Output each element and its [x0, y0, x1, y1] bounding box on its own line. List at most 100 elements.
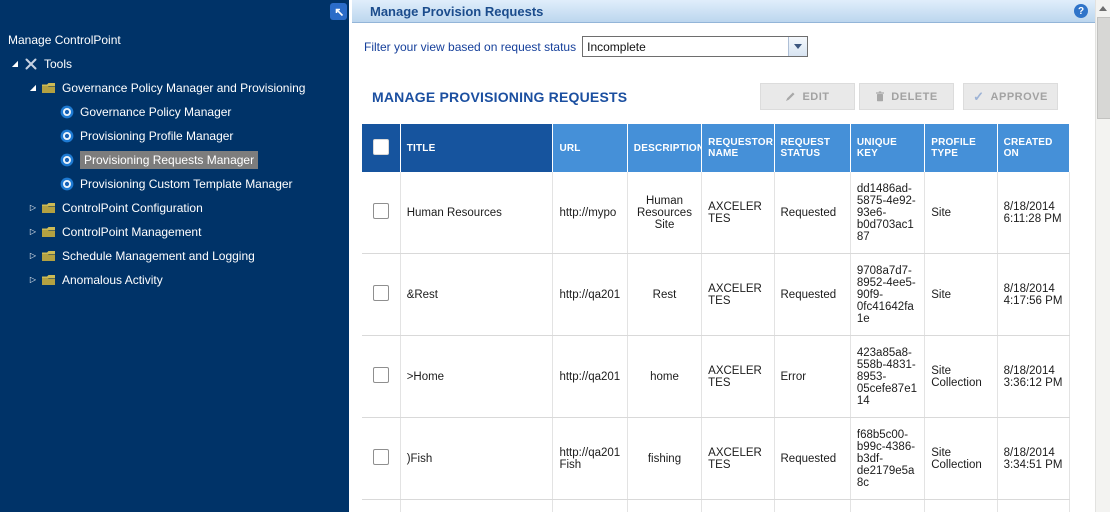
- row-checkbox-cell: [362, 336, 400, 418]
- cell-profile-type: Site Collection: [925, 418, 997, 500]
- row-checkbox-cell: [362, 254, 400, 336]
- sidebar: Manage ControlPoint ◢ Tools ◢ Governance…: [0, 0, 349, 512]
- sidebar-root[interactable]: Manage ControlPoint: [0, 28, 349, 52]
- cell-created-on: 8/18/2014 6:11:28 PM: [997, 172, 1069, 254]
- cell-created-on: 8/18/2014 4:17:56 PM: [997, 254, 1069, 336]
- cell-description: Human Resources Site: [627, 172, 701, 254]
- expand-arrow-icon[interactable]: ◢: [8, 52, 22, 76]
- tree-item-anomalous-activity[interactable]: ▷ Anomalous Activity: [0, 268, 349, 292]
- tree-item-label: Governance Policy Manager: [80, 105, 231, 119]
- tree-item-label: Provisioning Custom Template Manager: [80, 177, 293, 191]
- panel-title: Manage Provision Requests: [370, 4, 543, 19]
- tree-item-label: Tools: [44, 57, 72, 71]
- cell-title: &Rest: [400, 254, 553, 336]
- cell-requestor: AXCELERTES: [702, 500, 774, 512]
- row-checkbox[interactable]: [373, 367, 389, 383]
- tree-item-label: Governance Policy Manager and Provisioni…: [62, 81, 305, 95]
- cell-unique-key: 423a85a8-558b-4831-8953-05cefe87e114: [850, 336, 924, 418]
- checkmark-icon: ✓: [973, 89, 984, 105]
- tree-item-provisioning-custom-template-manager[interactable]: Provisioning Custom Template Manager: [0, 172, 349, 196]
- popout-icon[interactable]: [330, 3, 347, 20]
- collapse-arrow-icon[interactable]: ▷: [26, 220, 40, 244]
- column-header-created-on: CREATED ON: [997, 124, 1069, 172]
- filter-row: Filter your view based on request status…: [364, 36, 1095, 57]
- select-all-header: [362, 124, 400, 172]
- cell-title: Human Resources: [400, 172, 553, 254]
- cell-status: Requested: [774, 418, 850, 500]
- table-row: &Rest http://qa201 Rest AXCELERTES Reque…: [362, 254, 1070, 336]
- column-header-requestor-name: REQUESTOR NAME: [702, 124, 774, 172]
- expand-arrow-icon[interactable]: ◢: [26, 76, 40, 100]
- collapse-arrow-icon[interactable]: ▷: [26, 268, 40, 292]
- tree-item-controlpoint-configuration[interactable]: ▷ ControlPoint Configuration: [0, 196, 349, 220]
- filter-label: Filter your view based on request status: [364, 40, 576, 54]
- cell-status: Error: [774, 336, 850, 418]
- cell-created-on: 8/18/2014 3:36:12 PM: [997, 336, 1069, 418]
- row-checkbox-cell: [362, 172, 400, 254]
- cell-profile-type: Site: [925, 172, 997, 254]
- vertical-scrollbar[interactable]: [1095, 0, 1110, 512]
- cell-profile-type: Site: [925, 254, 997, 336]
- column-header-profile-type: PROFILE TYPE: [925, 124, 997, 172]
- cell-description: Rest: [627, 254, 701, 336]
- tree-item-schedule-management-and-logging[interactable]: ▷ Schedule Management and Logging: [0, 244, 349, 268]
- cell-url: http://qa201 Fish: [553, 418, 627, 500]
- manager-icon: [58, 153, 75, 168]
- status-filter-dropdown[interactable]: Incomplete: [582, 36, 808, 57]
- tree-item-governance-policy-manager-and-provisioning[interactable]: ◢ Governance Policy Manager and Provisio…: [0, 76, 349, 100]
- cell-created-on: 8/18/2014 3:34:51 PM: [997, 418, 1069, 500]
- cell-requestor: AXCELERTES: [702, 418, 774, 500]
- delete-button-label: DELETE: [891, 91, 937, 103]
- tree-item-label-selected: Provisioning Requests Manager: [80, 151, 258, 169]
- help-icon[interactable]: ?: [1074, 4, 1088, 18]
- delete-button[interactable]: DELETE: [859, 83, 954, 110]
- row-checkbox[interactable]: [373, 203, 389, 219]
- tree-item-tools[interactable]: ◢ Tools: [0, 52, 349, 76]
- cell-status: Requested: [774, 254, 850, 336]
- table-row: 7RT http://qa201 7RTYUIh AXCELERTES Proc…: [362, 500, 1070, 512]
- edit-button[interactable]: EDIT: [760, 83, 855, 110]
- cell-url: http://qa201: [553, 500, 627, 512]
- row-checkbox[interactable]: [373, 285, 389, 301]
- cell-unique-key: 9708a7d7-8952-4ee5-90f9-0fc41642fa1e: [850, 254, 924, 336]
- manager-icon: [58, 177, 75, 192]
- collapse-arrow-icon[interactable]: ▷: [26, 244, 40, 268]
- tree-item-governance-policy-manager[interactable]: Governance Policy Manager: [0, 100, 349, 124]
- dropdown-arrow-button[interactable]: [788, 37, 807, 56]
- folder-icon: [40, 273, 57, 288]
- row-checkbox[interactable]: [373, 449, 389, 465]
- cell-description: fishing: [627, 418, 701, 500]
- tree-item-controlpoint-management[interactable]: ▷ ControlPoint Management: [0, 220, 349, 244]
- cell-title: 7RT: [400, 500, 553, 512]
- cell-unique-key: dd1486ad-5875-4e92-93e6-b0d703ac187: [850, 172, 924, 254]
- cell-url: http://mypo: [553, 172, 627, 254]
- cell-created-on: 8/18/2014 3:33:29 PM: [997, 500, 1069, 512]
- trash-icon: [875, 91, 885, 102]
- column-header-url: URL: [553, 124, 627, 172]
- table-row: >Home http://qa201 home AXCELERTES Error…: [362, 336, 1070, 418]
- action-buttons: EDIT DELETE ✓ APPROVE: [756, 83, 1058, 110]
- cell-requestor: AXCELERTES: [702, 254, 774, 336]
- section-header: MANAGE PROVISIONING REQUESTS EDIT DELETE…: [372, 83, 1058, 110]
- folder-icon: [40, 225, 57, 240]
- table-row: )Fish http://qa201 Fish fishing AXCELERT…: [362, 418, 1070, 500]
- approve-button[interactable]: ✓ APPROVE: [963, 83, 1058, 110]
- tree-item-label: ControlPoint Configuration: [62, 201, 203, 215]
- edit-button-label: EDIT: [802, 91, 829, 103]
- folder-icon: [40, 81, 57, 96]
- panel-header: Manage Provision Requests ?: [352, 0, 1095, 23]
- cell-description: 7RTYUIh: [627, 500, 701, 512]
- column-header-request-status: REQUEST STATUS: [774, 124, 850, 172]
- status-filter-value: Incomplete: [583, 37, 788, 56]
- cell-url: http://qa201: [553, 336, 627, 418]
- tree-item-provisioning-profile-manager[interactable]: Provisioning Profile Manager: [0, 124, 349, 148]
- tree-item-provisioning-requests-manager[interactable]: Provisioning Requests Manager: [0, 148, 349, 172]
- select-all-checkbox[interactable]: [373, 139, 389, 155]
- collapse-arrow-icon[interactable]: ▷: [26, 196, 40, 220]
- cell-status: Processing: [774, 500, 850, 512]
- folder-icon: [40, 249, 57, 264]
- scroll-up-button[interactable]: [1096, 0, 1110, 17]
- scrollbar-thumb[interactable]: [1097, 17, 1110, 119]
- chevron-down-icon: [794, 44, 802, 49]
- cell-status: Requested: [774, 172, 850, 254]
